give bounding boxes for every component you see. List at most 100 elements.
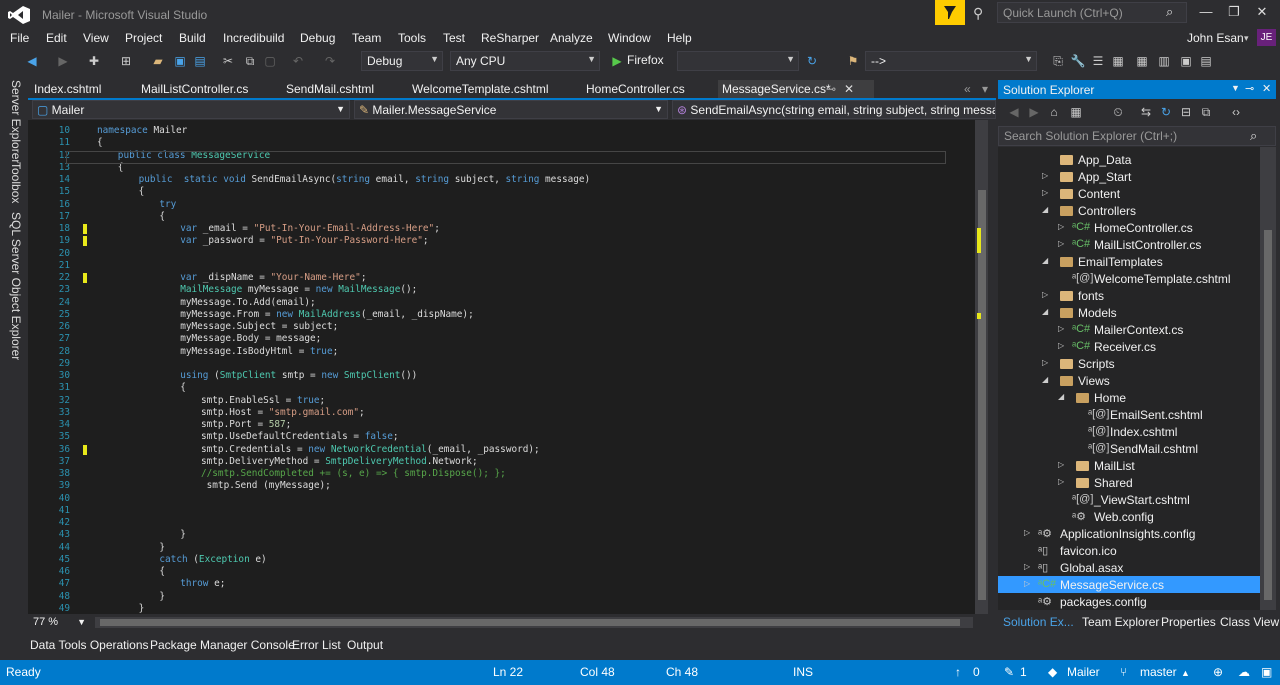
code-line[interactable]: public static void SendEmailAsync(string… bbox=[139, 174, 591, 185]
solution-platform-select[interactable]: Any CPU ▼ bbox=[450, 51, 600, 71]
expanded-arrow-icon[interactable]: ◢ bbox=[1042, 256, 1048, 265]
pin-icon[interactable]: ⊸ bbox=[826, 82, 836, 96]
menu-test[interactable]: Test bbox=[443, 31, 465, 45]
tree-node[interactable]: ᵃ[@] WelcomeTemplate.cshtml bbox=[998, 270, 1260, 287]
branch-icon[interactable]: ⑂ bbox=[1120, 665, 1127, 679]
code-line[interactable]: smtp.Credentials = new NetworkCredential… bbox=[201, 444, 540, 455]
code-line[interactable]: using (SmtpClient smtp = new SmtpClient(… bbox=[180, 370, 417, 381]
code-line[interactable]: smtp.UseDefaultCredentials = false; bbox=[201, 431, 399, 442]
code-line[interactable]: smtp.DeliveryMethod = SmtpDeliveryMethod… bbox=[201, 456, 478, 467]
close-tab-icon[interactable]: ✕ bbox=[844, 82, 854, 96]
tab-sendmail-cshtml[interactable]: SendMail.cshtml bbox=[286, 82, 374, 96]
pin-icon[interactable]: ⊸ bbox=[1245, 82, 1254, 95]
solution-explorer-scroll-thumb[interactable] bbox=[1264, 230, 1272, 600]
chevron-up-icon[interactable]: ▲ bbox=[1181, 668, 1190, 678]
menu-build[interactable]: Build bbox=[179, 31, 206, 45]
tab-data-tools-operations[interactable]: Data Tools Operations bbox=[30, 638, 149, 652]
tree-node[interactable]: ◢ Controllers bbox=[998, 202, 1260, 219]
toolbar-icon-4[interactable]: ▦ bbox=[1110, 53, 1126, 69]
code-line[interactable]: { bbox=[97, 137, 103, 148]
code-line[interactable]: { bbox=[159, 211, 165, 222]
collapsed-arrow-icon[interactable]: ▷ bbox=[1042, 358, 1048, 367]
code-line[interactable]: MailMessage myMessage = new MailMessage(… bbox=[180, 284, 417, 295]
expanded-arrow-icon[interactable]: ◢ bbox=[1042, 307, 1048, 316]
solution-configuration-select[interactable]: Debug ▼ bbox=[361, 51, 443, 71]
collapsed-arrow-icon[interactable]: ▷ bbox=[1042, 171, 1048, 180]
tree-node[interactable]: ▷ App_Start bbox=[998, 168, 1260, 185]
member-dropdown[interactable]: ⊛ SendEmailAsync(string email, string su… bbox=[672, 100, 996, 119]
tab-solution-explorer[interactable]: Solution Ex... bbox=[1003, 615, 1074, 629]
paste-icon[interactable]: ▢ bbox=[262, 53, 278, 69]
tab-maillistcontroller[interactable]: MailListController.cs bbox=[141, 82, 248, 96]
menu-incredibuild[interactable]: Incredibuild bbox=[223, 31, 284, 45]
collapsed-arrow-icon[interactable]: ▷ bbox=[1058, 341, 1064, 350]
save-icon[interactable]: ▣ bbox=[172, 53, 188, 69]
chevron-down-icon[interactable]: ▼ bbox=[1231, 83, 1240, 93]
branch-name[interactable]: master bbox=[1140, 665, 1177, 679]
tree-node[interactable]: ▷ ᵃC# Receiver.cs bbox=[998, 338, 1260, 355]
type-dropdown[interactable]: ✎ Mailer.MessageService ▼ bbox=[354, 100, 668, 119]
undo-icon[interactable]: ↶ bbox=[290, 53, 306, 69]
code-line[interactable]: var _password = "Put-In-Your-Password-He… bbox=[180, 235, 428, 246]
menu-team[interactable]: Team bbox=[352, 31, 381, 45]
menu-analyze[interactable]: Analyze bbox=[550, 31, 593, 45]
tree-node[interactable]: ᵃ[@] _ViewStart.cshtml bbox=[998, 491, 1260, 508]
code-line[interactable]: var _email = "Put-In-Your-Email-Address-… bbox=[180, 223, 440, 234]
menu-resharper[interactable]: ReSharper bbox=[481, 31, 539, 45]
user-name[interactable]: John Esan bbox=[1187, 31, 1244, 45]
tree-node[interactable]: ▷ Content bbox=[998, 185, 1260, 202]
tree-node[interactable]: ▷ Shared bbox=[998, 474, 1260, 491]
collapsed-arrow-icon[interactable]: ▷ bbox=[1024, 579, 1030, 588]
se-forward-icon[interactable]: ▶ bbox=[1026, 104, 1042, 120]
expanded-arrow-icon[interactable]: ◢ bbox=[1042, 375, 1048, 384]
browser-link-icon[interactable]: ⚑ bbox=[845, 53, 861, 69]
tree-node[interactable]: ᵃ[@] SendMail.cshtml bbox=[998, 440, 1260, 457]
code-line[interactable]: myMessage.To.Add(email); bbox=[180, 297, 315, 308]
tree-node[interactable]: ◢ Models bbox=[998, 304, 1260, 321]
unpushed-count[interactable]: 0 bbox=[973, 665, 980, 679]
toolbar-icon-3[interactable]: ☰ bbox=[1090, 53, 1106, 69]
tree-node[interactable]: ▷ MailList bbox=[998, 457, 1260, 474]
quick-launch-input[interactable]: Quick Launch (Ctrl+Q) bbox=[997, 2, 1187, 23]
menu-help[interactable]: Help bbox=[667, 31, 692, 45]
search-icon[interactable]: ⌕ bbox=[1250, 128, 1257, 144]
filter-icon[interactable]: ⚲ bbox=[973, 5, 983, 22]
code-line[interactable]: myMessage.Body = message; bbox=[180, 333, 321, 344]
collapsed-arrow-icon[interactable]: ▷ bbox=[1058, 460, 1064, 469]
back-icon[interactable]: ◀ bbox=[24, 53, 40, 69]
tab-welcometemplate[interactable]: WelcomeTemplate.cshtml bbox=[412, 82, 549, 96]
notifications-icon[interactable]: ▣ bbox=[1261, 665, 1272, 679]
tree-node[interactable]: ◢ EmailTemplates bbox=[998, 253, 1260, 270]
toolbar-icon-5[interactable]: ▦ bbox=[1134, 53, 1150, 69]
code-line[interactable]: try bbox=[159, 199, 176, 210]
save-all-icon[interactable]: ▤ bbox=[192, 53, 208, 69]
code-line[interactable]: { bbox=[180, 382, 186, 393]
tree-node[interactable]: ᵃ⚙ packages.config bbox=[998, 593, 1260, 610]
close-button[interactable]: ✕ bbox=[1252, 4, 1272, 22]
project-dropdown[interactable]: ▢ Mailer ▼ bbox=[32, 100, 350, 119]
tab-overflow-icon[interactable]: « bbox=[964, 82, 971, 96]
menu-edit[interactable]: Edit bbox=[46, 31, 67, 45]
toolbar-icon-8[interactable]: ▤ bbox=[1198, 53, 1214, 69]
close-icon[interactable]: ✕ bbox=[1262, 82, 1271, 95]
start-debugging-icon[interactable]: ▶ bbox=[609, 53, 625, 69]
editor-horizontal-thumb[interactable] bbox=[100, 619, 960, 626]
code-line[interactable]: throw e; bbox=[180, 578, 225, 589]
tab-index-cshtml[interactable]: Index.cshtml bbox=[34, 82, 101, 96]
copy-icon[interactable]: ⧉ bbox=[242, 53, 258, 69]
se-back-icon[interactable]: ◀ bbox=[1006, 104, 1022, 120]
expanded-arrow-icon[interactable]: ◢ bbox=[1042, 205, 1048, 214]
collapsed-arrow-icon[interactable]: ▷ bbox=[1042, 188, 1048, 197]
show-all-files-icon[interactable]: ⧉ bbox=[1198, 104, 1214, 120]
code-line[interactable]: myMessage.From = new MailAddress(_email,… bbox=[180, 309, 474, 320]
sql-server-object-explorer-tab[interactable]: SQL Server Object Explorer bbox=[9, 212, 23, 360]
sync-icon[interactable]: ⇆ bbox=[1138, 104, 1154, 120]
refresh-icon[interactable]: ↻ bbox=[804, 53, 820, 69]
run-target-label[interactable]: Firefox bbox=[627, 53, 664, 67]
tab-error-list[interactable]: Error List bbox=[292, 638, 341, 652]
navigation-combo[interactable]: --> ▼ bbox=[865, 51, 1037, 71]
search-icon[interactable]: ⌕ bbox=[1166, 4, 1173, 20]
toolbox-tab[interactable]: Toolbox bbox=[9, 162, 23, 203]
code-line[interactable]: { bbox=[139, 186, 145, 197]
tree-node[interactable]: ▷ ᵃC# MailListController.cs bbox=[998, 236, 1260, 253]
